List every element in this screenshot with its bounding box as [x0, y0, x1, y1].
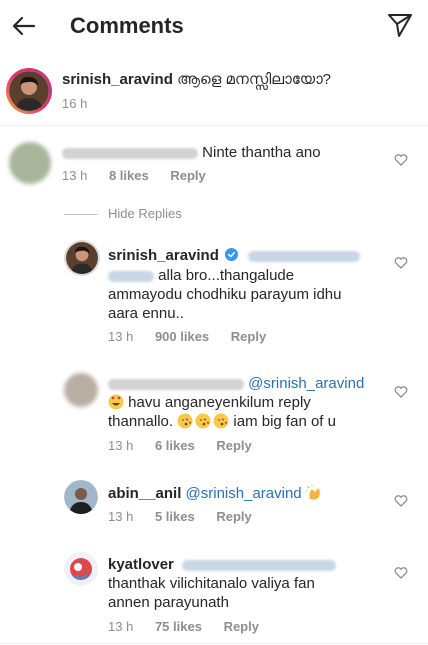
reply-mention[interactable]: @srinish_aravind	[186, 485, 302, 502]
heart-icon[interactable]	[394, 256, 408, 270]
blurred-mention	[248, 250, 361, 262]
comment-text: Ninte thantha ano	[202, 144, 321, 161]
reply-line-1: kyatlover	[108, 555, 337, 574]
avatar[interactable]	[64, 552, 98, 586]
reply-button[interactable]: Reply	[170, 168, 205, 183]
app-header: Comments	[0, 0, 428, 52]
comment-line: Ninte thantha ano	[62, 143, 321, 162]
heart-icon[interactable]	[394, 385, 408, 399]
paper-plane-icon[interactable]	[386, 11, 414, 39]
reply-meta: 13 h 5 likes Reply	[108, 509, 270, 524]
heart-icon[interactable]	[394, 494, 408, 508]
kissing-heart-emoji-icon	[177, 413, 229, 429]
heart-icon[interactable]	[394, 566, 408, 580]
reply-text-1: alla bro...thangalude	[158, 267, 295, 284]
likes-count[interactable]: 900 likes	[155, 329, 209, 344]
caption-text: ആളെ മനസ്സിലായോ?	[177, 71, 332, 88]
caption-line: srinish_aravind ആളെ മനസ്സിലായോ?	[62, 70, 331, 89]
reply-time: 13 h	[108, 329, 134, 344]
heart-icon[interactable]	[394, 153, 408, 167]
profile-photo-icon	[64, 552, 98, 586]
reply-username[interactable]: abin__anil	[108, 485, 181, 502]
likes-count[interactable]: 8 likes	[109, 168, 149, 183]
reply-button[interactable]: Reply	[231, 329, 266, 344]
reply-text-2: thannallo.	[108, 413, 174, 430]
caption-time: 16 h	[62, 96, 88, 111]
comment-meta: 13 h 8 likes Reply	[62, 168, 224, 183]
caption-username[interactable]: srinish_aravind	[62, 71, 173, 88]
reply-line-3: thannallo. iam big fan of u	[108, 412, 336, 431]
profile-photo-icon	[9, 71, 49, 111]
reply-text-3: iam big fan of u	[233, 413, 336, 430]
profile-photo-icon	[66, 242, 98, 274]
reply-line-2: alla bro...thangalude	[108, 266, 294, 285]
reply-button[interactable]: Reply	[216, 509, 251, 524]
blurred-username	[62, 147, 198, 159]
likes-count[interactable]: 5 likes	[155, 509, 195, 524]
avatar[interactable]	[64, 373, 98, 407]
reply-meta: 13 h 75 likes Reply	[108, 619, 277, 634]
reply-text-2: annen parayunath	[108, 594, 229, 611]
arrow-left-icon[interactable]	[10, 12, 38, 40]
likes-count[interactable]: 75 likes	[155, 619, 202, 634]
reply-mention[interactable]: @srinish_aravind	[248, 375, 364, 392]
hide-replies-line	[64, 214, 98, 215]
reply-time: 13 h	[108, 438, 134, 453]
reply-line-2: havu anganeyenkilum reply	[108, 393, 311, 412]
divider	[0, 643, 428, 644]
post-caption: srinish_aravind ആളെ മനസ്സിലായോ? 16 h	[0, 56, 428, 126]
reply-text-1: havu anganeyenkilum reply	[128, 394, 311, 411]
verified-badge-icon	[225, 248, 239, 261]
reply-meta: 13 h 6 likes Reply	[108, 438, 270, 453]
reply-line-1: abin__anil @srinish_aravind	[108, 484, 324, 503]
reply-line-1: @srinish_aravind	[108, 374, 364, 393]
caption-meta: 16 h	[62, 96, 105, 111]
likes-count[interactable]: 6 likes	[155, 438, 195, 453]
reply-username[interactable]: kyatlover	[108, 556, 174, 573]
clapping-hands-emoji-icon	[305, 485, 320, 500]
avatar[interactable]	[66, 242, 98, 274]
reply-meta: 13 h 900 likes Reply	[108, 329, 284, 344]
blurred-username	[108, 378, 244, 390]
reply-time: 13 h	[108, 509, 134, 524]
heart-eyes-emoji-icon	[108, 394, 124, 410]
blurred-mention	[108, 270, 154, 282]
reply-time: 13 h	[108, 619, 134, 634]
reply-button[interactable]: Reply	[224, 619, 259, 634]
reply-text-2: ammayodu chodhiku parayum idhu	[108, 286, 342, 303]
comment-time: 13 h	[62, 168, 88, 183]
avatar[interactable]	[9, 142, 51, 184]
reply-button[interactable]: Reply	[216, 438, 251, 453]
profile-photo-icon	[64, 480, 98, 514]
avatar[interactable]	[9, 71, 49, 111]
avatar[interactable]	[64, 480, 98, 514]
reply-text-3: aara ennu..	[108, 305, 184, 322]
blurred-mention	[182, 559, 337, 571]
reply-username[interactable]: srinish_aravind	[108, 247, 219, 264]
reply-line-1: srinish_aravind	[108, 246, 361, 265]
hide-replies-button[interactable]: Hide Replies	[108, 206, 182, 221]
page-title: Comments	[70, 13, 184, 38]
reply-text-1: thanthak vilichitanalo valiya fan	[108, 575, 315, 592]
